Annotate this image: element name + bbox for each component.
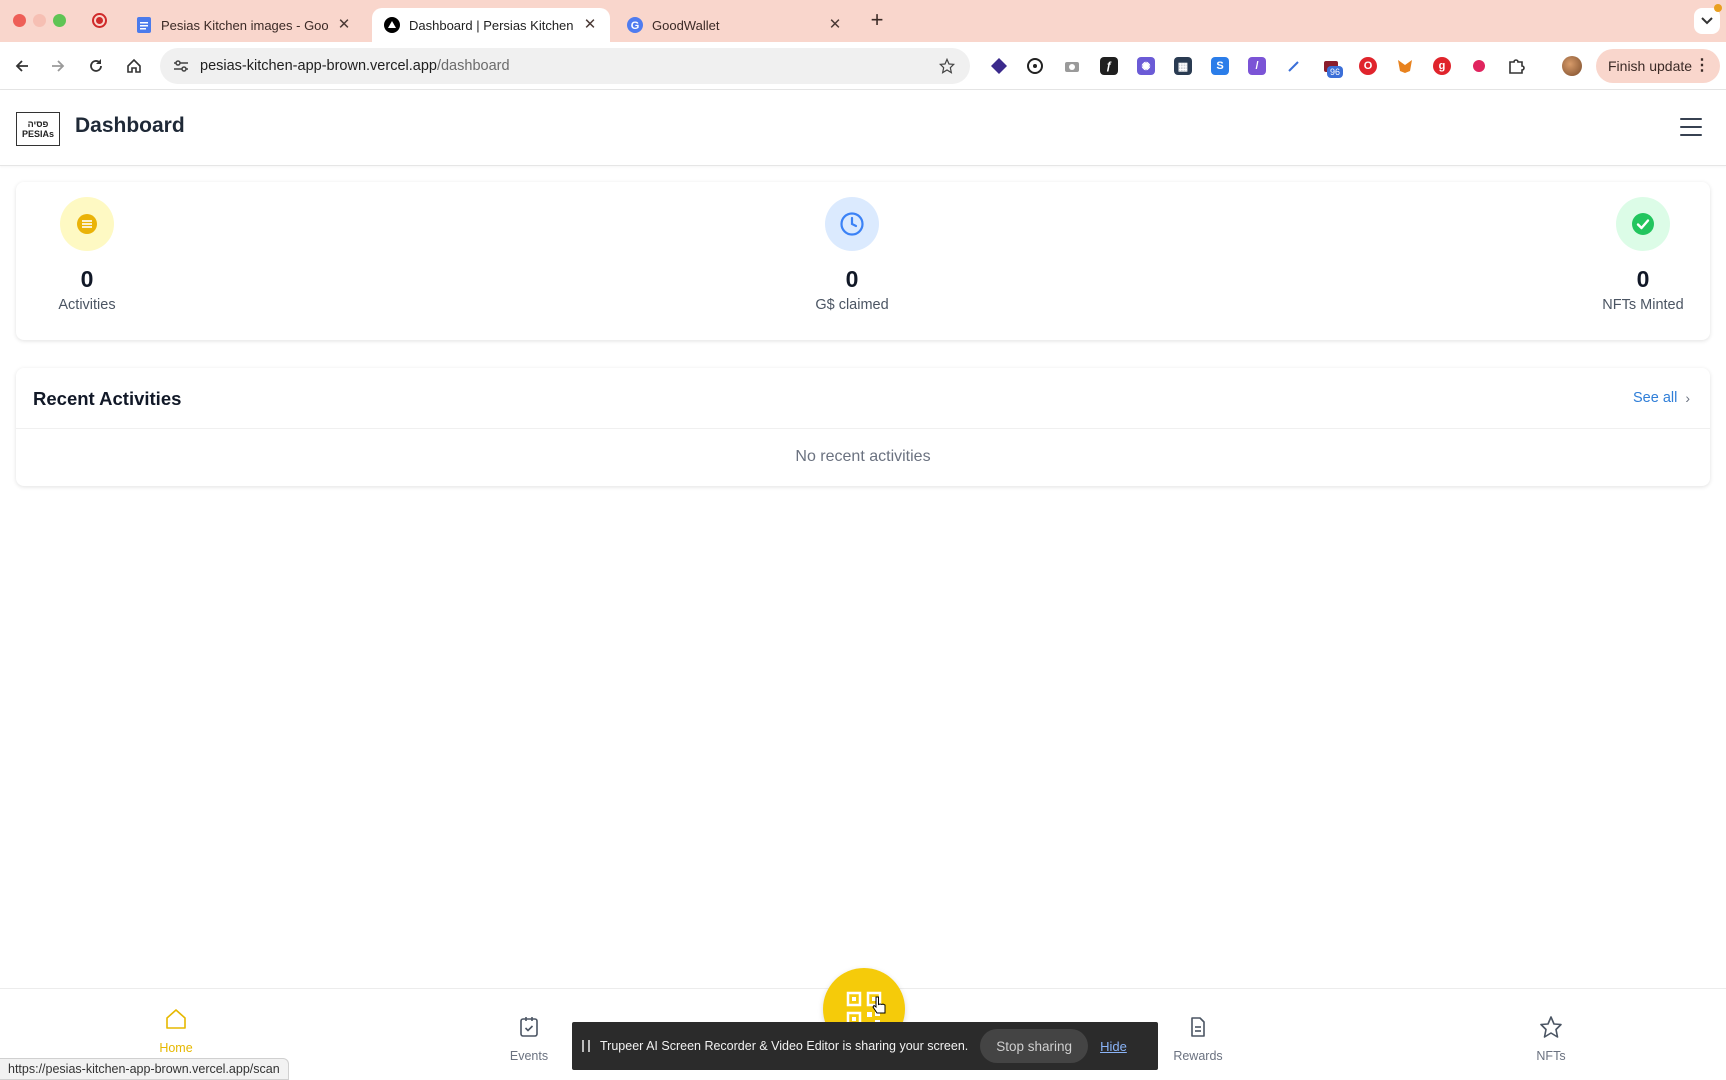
nav-item-nfts[interactable]: NFTs xyxy=(1491,989,1611,1080)
nav-item-events[interactable]: Events xyxy=(469,989,589,1080)
arrow-left-icon xyxy=(15,60,28,72)
extension-gear-icon[interactable]: ✺ xyxy=(1137,57,1155,75)
star-icon xyxy=(1540,1016,1562,1038)
home-icon xyxy=(127,58,141,73)
address-url[interactable]: pesias-kitchen-app-brown.vercel.app/dash… xyxy=(200,58,510,74)
extension-function-icon[interactable]: ƒ xyxy=(1100,57,1118,75)
browser-tab-dashboard[interactable]: Dashboard | Persias Kitchen ✕ xyxy=(372,8,610,42)
clock-icon xyxy=(825,197,879,251)
link-status-url: https://pesias-kitchen-app-brown.vercel.… xyxy=(0,1058,289,1080)
finish-update-label: Finish update xyxy=(1608,58,1693,74)
extension-red-dot-icon[interactable] xyxy=(1470,57,1488,75)
section-title: Recent Activities xyxy=(33,388,182,409)
hide-banner-link[interactable]: Hide xyxy=(1100,1039,1127,1054)
tab-title: GoodWallet xyxy=(652,17,720,33)
nav-label: Home xyxy=(159,1041,193,1055)
stop-sharing-button[interactable]: Stop sharing xyxy=(980,1029,1089,1063)
stat-label: Activities xyxy=(58,297,116,313)
recording-icon xyxy=(92,13,107,28)
arrow-right-icon xyxy=(52,60,65,72)
check-circle-icon xyxy=(1616,197,1670,251)
stat-label: NFTs Minted xyxy=(1602,297,1684,313)
metamask-fox-icon[interactable] xyxy=(1396,57,1414,75)
logo-hebrew: פסיה xyxy=(27,119,49,129)
extension-slash-icon[interactable]: / xyxy=(1248,57,1266,75)
stat-value: 0 xyxy=(845,266,859,292)
notification-dot xyxy=(1714,4,1722,12)
home-button[interactable] xyxy=(122,54,146,78)
vercel-icon xyxy=(384,17,400,33)
app-header: פסיה PESIAs Dashboard xyxy=(0,90,1726,166)
tab-title: Dashboard | Persias Kitchen xyxy=(409,17,574,33)
pause-icon[interactable] xyxy=(582,1040,590,1052)
stat-label: G$ claimed xyxy=(815,297,889,313)
window-close-button[interactable] xyxy=(13,14,26,27)
hamburger-menu-icon[interactable] xyxy=(1680,118,1702,136)
page-title: Dashboard xyxy=(75,114,185,137)
svg-text:G: G xyxy=(631,20,640,32)
profile-avatar[interactable] xyxy=(1562,56,1582,76)
empty-state-message: No recent activities xyxy=(795,448,931,465)
kebab-menu-icon[interactable]: ⋮ xyxy=(1694,58,1710,74)
back-button[interactable] xyxy=(10,54,34,78)
calendar-check-icon xyxy=(520,1017,538,1037)
finish-update-button[interactable]: Finish update ⋮ xyxy=(1596,49,1720,83)
stat-value: 0 xyxy=(80,266,94,292)
browser-tab-bar: Pesias Kitchen images - Goog ✕ Dashboard… xyxy=(0,0,1726,42)
window-minimize-button[interactable] xyxy=(33,14,46,27)
url-path: /dashboard xyxy=(436,58,510,74)
url-host: pesias-kitchen-app-brown.vercel.app xyxy=(200,58,437,74)
screen-share-banner: Trupeer AI Screen Recorder & Video Edito… xyxy=(572,1022,1158,1070)
address-bar[interactable]: pesias-kitchen-app-brown.vercel.app/dash… xyxy=(160,48,970,84)
new-tab-button[interactable]: + xyxy=(864,8,890,34)
extension-chat-icon[interactable] xyxy=(1026,57,1044,75)
browser-tab-pesias-images[interactable]: Pesias Kitchen images - Goog ✕ xyxy=(124,8,364,42)
pesias-logo[interactable]: פסיה PESIAs xyxy=(16,112,60,146)
list-icon xyxy=(60,197,114,251)
reload-icon xyxy=(90,59,102,72)
document-icon xyxy=(1191,1017,1205,1037)
browser-toolbar: pesias-kitchen-app-brown.vercel.app/dash… xyxy=(0,42,1726,90)
nav-label: NFTs xyxy=(1536,1049,1566,1063)
hand-cursor-icon xyxy=(872,996,886,1014)
nav-label: Events xyxy=(509,1049,549,1063)
docs-icon xyxy=(136,17,152,33)
tab-close-icon[interactable]: ✕ xyxy=(827,17,843,33)
recent-activities-card: Recent Activities See all › No recent ac… xyxy=(16,368,1710,486)
extension-camera-icon[interactable] xyxy=(1063,57,1081,75)
see-all-label: See all xyxy=(1632,390,1678,406)
google-icon: G xyxy=(627,17,643,33)
extension-grid-icon[interactable]: ▦ xyxy=(1174,57,1192,75)
extension-badge: 96 xyxy=(1327,66,1344,78)
tab-close-icon[interactable]: ✕ xyxy=(336,17,352,33)
chevron-right-icon: › xyxy=(1685,390,1690,406)
divider xyxy=(16,428,1710,429)
stat-nfts-minted: 0 NFTs Minted xyxy=(1553,182,1726,340)
stat-activities: 0 Activities xyxy=(0,182,177,340)
extension-g-icon[interactable]: g xyxy=(1433,57,1451,75)
extension-layers-icon[interactable] xyxy=(990,57,1008,75)
browser-tab-goodwallet[interactable]: G GoodWallet ✕ xyxy=(615,8,855,42)
bookmark-star-icon[interactable] xyxy=(936,55,958,77)
forward-button[interactable] xyxy=(46,54,70,78)
site-settings-icon[interactable] xyxy=(170,55,192,77)
tab-close-icon[interactable]: ✕ xyxy=(582,17,598,33)
stat-value: 0 xyxy=(1636,266,1650,292)
home-icon xyxy=(166,1009,186,1029)
reload-button[interactable] xyxy=(84,54,108,78)
share-message: Trupeer AI Screen Recorder & Video Edito… xyxy=(600,1039,969,1053)
window-zoom-button[interactable] xyxy=(53,14,66,27)
see-all-link[interactable]: See all › xyxy=(1633,390,1690,406)
extension-opera-icon[interactable]: O xyxy=(1359,57,1377,75)
chevron-down-icon xyxy=(1701,17,1713,25)
tab-title: Pesias Kitchen images - Goog xyxy=(161,17,328,33)
logo-latin: PESIAs xyxy=(21,129,54,139)
puzzle-icon[interactable] xyxy=(1507,57,1525,75)
stats-card: 0 Activities 0 G$ claimed 0 NFTs Minted xyxy=(16,182,1710,340)
extension-pen-icon[interactable] xyxy=(1285,57,1303,75)
stat-g-claimed: 0 G$ claimed xyxy=(762,182,942,340)
extension-s-icon[interactable]: S xyxy=(1211,57,1229,75)
